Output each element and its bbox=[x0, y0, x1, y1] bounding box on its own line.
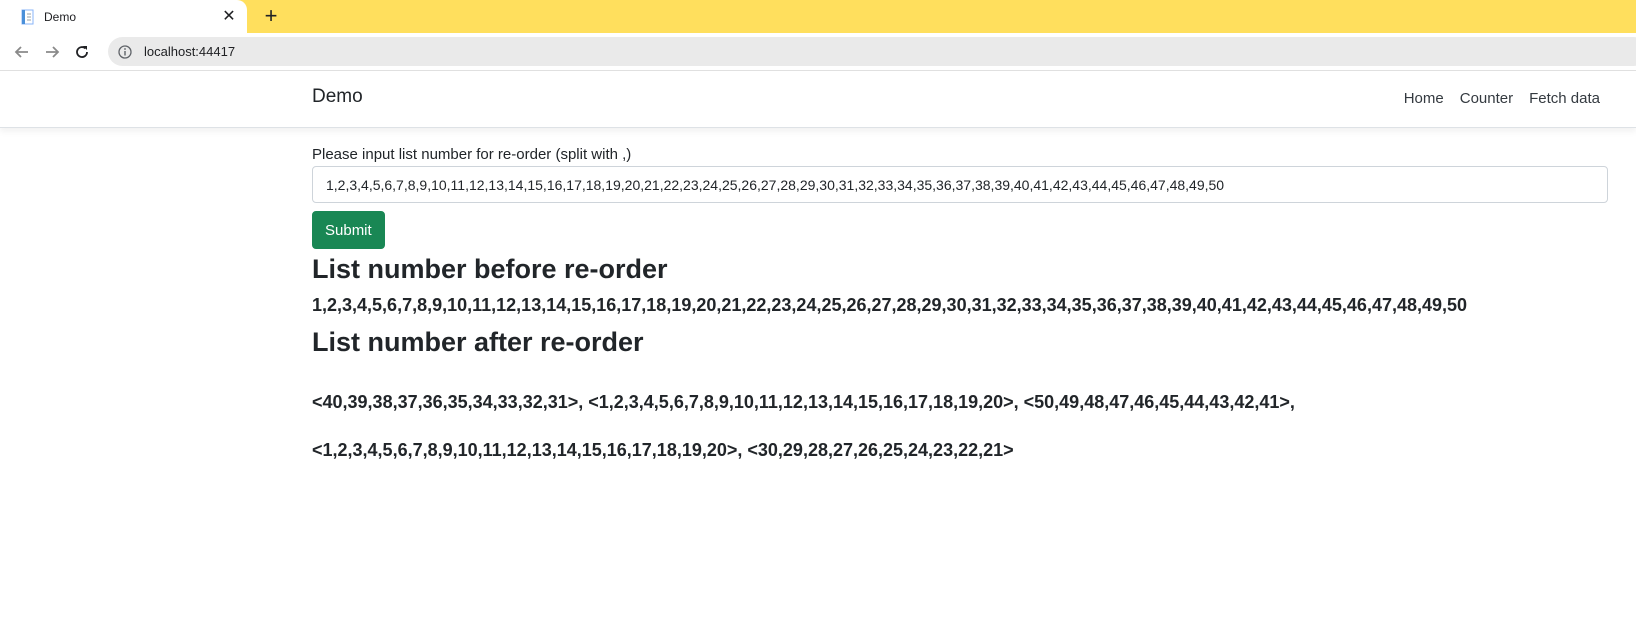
document-icon bbox=[20, 9, 36, 25]
after-list: <40,39,38,37,36,35,34,33,32,31>, <1,2,3,… bbox=[312, 366, 1608, 486]
brand-link[interactable]: Demo bbox=[312, 86, 363, 108]
submit-button[interactable]: Submit bbox=[312, 211, 385, 249]
list-number-input[interactable] bbox=[312, 166, 1608, 203]
after-list-line-2: <1,2,3,4,5,6,7,8,9,10,11,12,13,14,15,16,… bbox=[312, 440, 1014, 461]
url-text: localhost:44417 bbox=[144, 44, 236, 59]
nav-counter[interactable]: Counter bbox=[1460, 90, 1513, 107]
app-navbar: Demo Home Counter Fetch data bbox=[0, 71, 1636, 128]
forward-arrow-icon[interactable] bbox=[38, 38, 66, 66]
info-icon[interactable] bbox=[118, 44, 132, 59]
nav-home[interactable]: Home bbox=[1404, 90, 1444, 107]
browser-tabstrip: Demo ✕ + bbox=[0, 0, 1636, 33]
back-arrow-icon[interactable] bbox=[8, 38, 36, 66]
nav-links: Home Counter Fetch data bbox=[1404, 90, 1600, 107]
before-heading: List number before re-order bbox=[312, 254, 668, 284]
before-list: 1,2,3,4,5,6,7,8,9,10,11,12,13,14,15,16,1… bbox=[312, 295, 1468, 316]
close-tab-icon[interactable]: ✕ bbox=[221, 8, 237, 25]
browser-tab[interactable]: Demo ✕ bbox=[0, 0, 247, 33]
browser-toolbar: localhost:44417 bbox=[0, 33, 1636, 71]
reload-icon[interactable] bbox=[68, 38, 96, 66]
nav-fetch-data[interactable]: Fetch data bbox=[1529, 90, 1600, 107]
after-list-line-1: <40,39,38,37,36,35,34,33,32,31>, <1,2,3,… bbox=[312, 392, 1295, 413]
address-bar[interactable]: localhost:44417 bbox=[108, 37, 1636, 66]
tab-title: Demo bbox=[44, 9, 77, 24]
input-label: Please input list number for re-order (s… bbox=[312, 146, 632, 163]
new-tab-icon[interactable]: + bbox=[260, 5, 282, 27]
main-content: Please input list number for re-order (s… bbox=[312, 146, 1608, 494]
after-heading: List number after re-order bbox=[312, 327, 644, 358]
